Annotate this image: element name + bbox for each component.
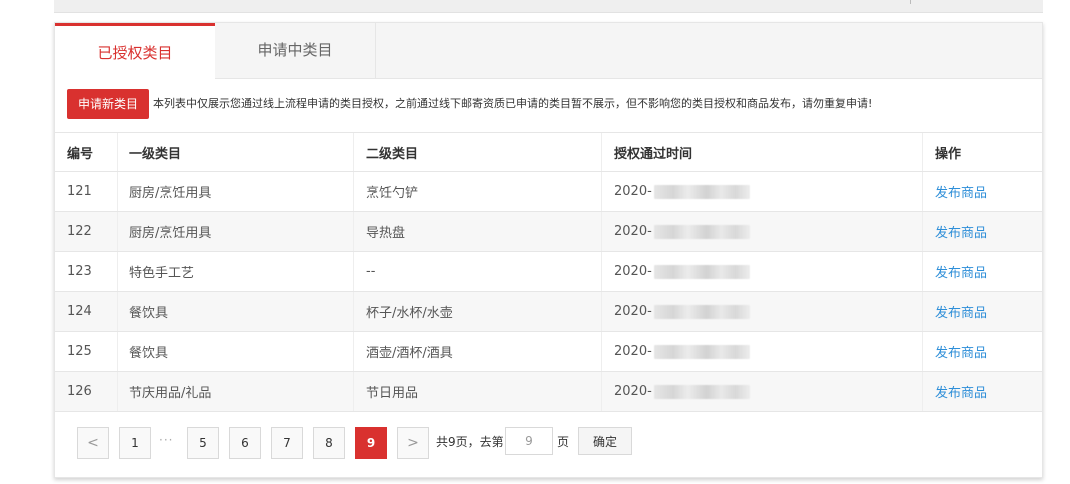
publish-product-link[interactable]: 发布商品: [935, 306, 987, 321]
table-row: 125 餐饮具 酒壶/酒杯/酒具 2020- 发布商品: [55, 331, 1042, 372]
tab-pending-categories[interactable]: 申请中类目: [215, 23, 376, 78]
top-toolbar-strip: [54, 0, 1043, 13]
header-action: 操作: [922, 132, 1042, 172]
row-level1-category: 节庆用品/礼品: [117, 371, 354, 412]
row-level2-category: 酒壶/酒杯/酒具: [353, 331, 602, 372]
row-auth-time: 2020-: [601, 251, 923, 292]
row-id: 124: [55, 291, 118, 332]
row-auth-time: 2020-: [601, 171, 923, 212]
table-row: 124 餐饮具 杯子/水杯/水壶 2020- 发布商品: [55, 291, 1042, 332]
apply-new-category-button[interactable]: 申请新类目: [67, 89, 149, 119]
publish-product-link[interactable]: 发布商品: [935, 386, 987, 401]
header-level1-category: 一级类目: [117, 132, 354, 172]
row-level1-category: 餐饮具: [117, 291, 354, 332]
page-button-first[interactable]: 1: [119, 427, 151, 459]
row-level1-category: 厨房/烹饪用具: [117, 171, 354, 212]
table-row: 122 厨房/烹饪用具 导热盘 2020- 发布商品: [55, 211, 1042, 252]
page-button[interactable]: 6: [229, 427, 261, 459]
category-table: 编号 一级类目 二级类目 授权通过时间 操作 121 厨房/烹饪用具 烹饪勺铲 …: [55, 132, 1042, 412]
redacted-blur: [653, 184, 750, 199]
page-button[interactable]: 7: [271, 427, 303, 459]
row-action-cell: 发布商品: [922, 251, 1042, 292]
tab-bar: 已授权类目 申请中类目: [55, 23, 1042, 79]
row-id: 126: [55, 371, 118, 412]
page-button[interactable]: 5: [187, 427, 219, 459]
pagination-total-text: 共9页，去第: [436, 435, 504, 449]
row-level1-category: 厨房/烹饪用具: [117, 211, 354, 252]
category-panel: 已授权类目 申请中类目 申请新类目 本列表中仅展示您通过线上流程申请的类目授权，…: [54, 22, 1043, 478]
header-id: 编号: [55, 132, 118, 172]
tab-authorized-categories[interactable]: 已授权类目: [55, 23, 215, 79]
chevron-left-icon[interactable]: <: [77, 427, 109, 459]
toolbar-divider: [910, 0, 911, 4]
row-time-text: 2020-: [614, 304, 652, 319]
redacted-blur: [653, 224, 750, 239]
pagination: < 1 ··· 5 6 7 8 9 > 共9页，去第 页 确定: [77, 427, 1042, 459]
row-time-text: 2020-: [614, 264, 652, 279]
publish-product-link[interactable]: 发布商品: [935, 186, 987, 201]
row-level2-category: 导热盘: [353, 211, 602, 252]
publish-product-link[interactable]: 发布商品: [935, 266, 987, 281]
notice-text: 本列表中仅展示您通过线上流程申请的类目授权，之前通过线下邮寄资质已申请的类目暂不…: [153, 97, 873, 110]
header-auth-time: 授权通过时间: [601, 132, 923, 172]
row-id: 121: [55, 171, 118, 212]
notice-bar: 申请新类目 本列表中仅展示您通过线上流程申请的类目授权，之前通过线下邮寄资质已申…: [67, 89, 1042, 119]
table-header-row: 编号 一级类目 二级类目 授权通过时间 操作: [55, 132, 1042, 172]
pagination-ellipsis: ···: [159, 433, 174, 447]
chevron-right-icon[interactable]: >: [397, 427, 429, 459]
row-auth-time: 2020-: [601, 211, 923, 252]
publish-product-link[interactable]: 发布商品: [935, 226, 987, 241]
redacted-blur: [653, 264, 750, 279]
row-id: 125: [55, 331, 118, 372]
row-level2-category: 杯子/水杯/水壶: [353, 291, 602, 332]
row-level2-category: 节日用品: [353, 371, 602, 412]
redacted-blur: [653, 304, 750, 319]
row-auth-time: 2020-: [601, 371, 923, 412]
row-action-cell: 发布商品: [922, 331, 1042, 372]
confirm-jump-button[interactable]: 确定: [578, 427, 632, 455]
row-id: 123: [55, 251, 118, 292]
row-time-text: 2020-: [614, 344, 652, 359]
row-auth-time: 2020-: [601, 291, 923, 332]
row-level1-category: 特色手工艺: [117, 251, 354, 292]
row-time-text: 2020-: [614, 384, 652, 399]
header-level2-category: 二级类目: [353, 132, 602, 172]
row-time-text: 2020-: [614, 184, 652, 199]
row-action-cell: 发布商品: [922, 291, 1042, 332]
row-level2-category: 烹饪勺铲: [353, 171, 602, 212]
publish-product-link[interactable]: 发布商品: [935, 346, 987, 361]
table-row: 121 厨房/烹饪用具 烹饪勺铲 2020- 发布商品: [55, 171, 1042, 212]
row-id: 122: [55, 211, 118, 252]
row-level1-category: 餐饮具: [117, 331, 354, 372]
row-action-cell: 发布商品: [922, 171, 1042, 212]
table-row: 126 节庆用品/礼品 节日用品 2020- 发布商品: [55, 371, 1042, 412]
pagination-page-suffix: 页: [557, 435, 570, 449]
page-button[interactable]: 8: [313, 427, 345, 459]
table-row: 123 特色手工艺 -- 2020- 发布商品: [55, 251, 1042, 292]
redacted-blur: [653, 384, 750, 399]
redacted-blur: [653, 344, 750, 359]
row-auth-time: 2020-: [601, 331, 923, 372]
page-button-current[interactable]: 9: [355, 427, 387, 459]
row-time-text: 2020-: [614, 224, 652, 239]
row-action-cell: 发布商品: [922, 211, 1042, 252]
row-level2-category: --: [353, 251, 602, 292]
page-jump-input[interactable]: [505, 427, 553, 455]
row-action-cell: 发布商品: [922, 371, 1042, 412]
